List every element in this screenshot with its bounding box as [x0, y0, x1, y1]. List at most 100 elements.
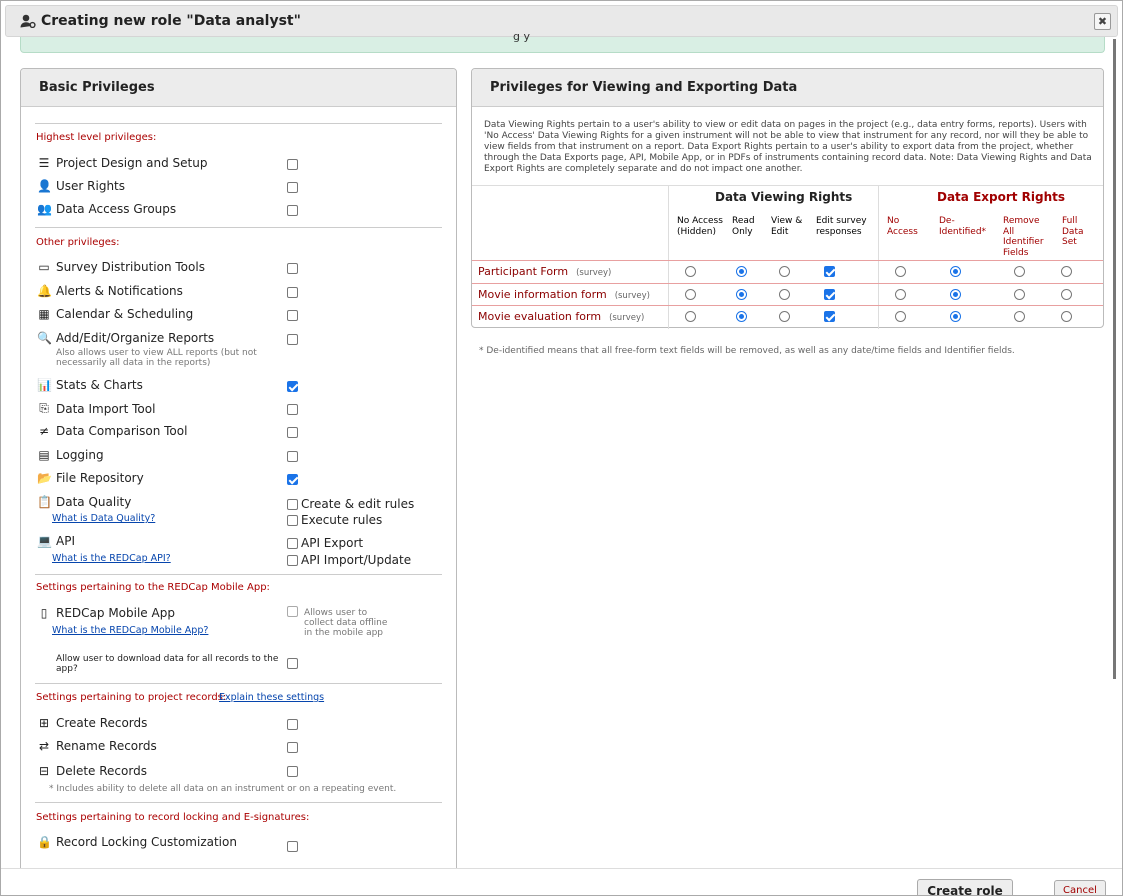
dq-create-checkbox[interactable] — [287, 499, 298, 510]
export-radio[interactable] — [950, 289, 961, 300]
viewing-radio[interactable] — [736, 266, 747, 277]
deidentified-footnote: * De-identified means that all free-form… — [479, 346, 1015, 356]
api-import-checkbox[interactable] — [287, 555, 298, 566]
data-quality-help-link[interactable]: What is Data Quality? — [52, 513, 155, 524]
priv-label: Logging — [56, 448, 104, 462]
export-radio[interactable] — [1014, 311, 1025, 322]
viewing-radio[interactable] — [685, 266, 696, 277]
user-rights-checkbox[interactable] — [287, 182, 298, 193]
status-banner: g y — [20, 30, 1105, 53]
export-radio[interactable] — [950, 266, 961, 277]
basic-privileges-panel: Basic Privileges Highest level privilege… — [20, 68, 457, 895]
api-help-link[interactable]: What is the REDCap API? — [52, 553, 171, 564]
calendar-checkbox[interactable] — [287, 310, 298, 321]
stats-checkbox[interactable] — [287, 381, 298, 392]
export-radio[interactable] — [1014, 289, 1025, 300]
banner-text: g y — [513, 30, 530, 43]
export-radio[interactable] — [895, 289, 906, 300]
priv-label: Rename Records — [56, 739, 157, 753]
receipt-icon: ▤ — [38, 448, 50, 462]
lock-icon: 🔒 — [37, 835, 52, 849]
mobile-app-checkbox[interactable] — [287, 606, 298, 617]
vertical-scrollbar[interactable] — [1113, 39, 1116, 679]
priv-label: API — [56, 534, 75, 548]
priv-user-rights: 👤 User Rights — [37, 179, 125, 193]
export-radio[interactable] — [1061, 289, 1072, 300]
export-radio[interactable] — [895, 311, 906, 322]
basic-privileges-title: Basic Privileges — [21, 69, 456, 107]
api-export-checkbox[interactable] — [287, 538, 298, 549]
col-export-no-access: No Access — [887, 216, 918, 237]
dq-create-label: Create & edit rules — [301, 497, 415, 511]
viewing-radio[interactable] — [685, 289, 696, 300]
export-radio[interactable] — [1014, 266, 1025, 277]
export-radio[interactable] — [950, 311, 961, 322]
priv-locking-custom: 🔒 Record Locking Customization — [37, 835, 237, 849]
viewing-radio[interactable] — [779, 311, 790, 322]
col-view-edit: View & Edit — [771, 216, 803, 237]
exchange-icon: ⇄ — [38, 739, 50, 753]
viewing-radio[interactable] — [736, 289, 747, 300]
tablet-icon: ▯ — [40, 606, 48, 620]
bar-chart-icon: 📊 — [37, 378, 52, 392]
instrument-name: Participant Form (survey) — [478, 265, 611, 278]
viewing-exporting-panel: Privileges for Viewing and Exporting Dat… — [471, 68, 1104, 329]
edit-survey-checkbox[interactable] — [824, 289, 835, 300]
priv-alerts: 🔔 Alerts & Notifications — [37, 284, 183, 298]
dag-checkbox[interactable] — [287, 205, 298, 216]
priv-rename-records: ⇄ Rename Records — [37, 739, 157, 753]
dialog-title: Creating new role "Data analyst" — [20, 13, 301, 29]
priv-label: Data Access Groups — [56, 202, 177, 216]
project-design-checkbox[interactable] — [287, 159, 298, 170]
not-equal-icon: ≠ — [38, 424, 50, 438]
section-records: Settings pertaining to project records: — [36, 692, 227, 703]
viewing-radio[interactable] — [779, 289, 790, 300]
dialog-footer: Create role Cancel — [1, 868, 1122, 895]
priv-data-quality: 📋 Data Quality — [37, 495, 131, 509]
edit-survey-checkbox[interactable] — [824, 266, 835, 277]
export-radio[interactable] — [1061, 311, 1072, 322]
survey-tools-checkbox[interactable] — [287, 263, 298, 274]
survey-tag: (survey) — [609, 313, 645, 323]
close-button[interactable]: ✖ — [1094, 13, 1111, 30]
priv-label: File Repository — [56, 471, 144, 485]
locking-custom-checkbox[interactable] — [287, 841, 298, 852]
logging-checkbox[interactable] — [287, 451, 298, 462]
alerts-checkbox[interactable] — [287, 287, 298, 298]
section-other: Other privileges: — [36, 237, 120, 248]
mobile-app-help-link[interactable]: What is the REDCap Mobile App? — [52, 625, 208, 636]
divider — [35, 123, 442, 124]
reports-checkbox[interactable] — [287, 334, 298, 345]
mobile-app-note: Allows user to collect data offline in t… — [304, 608, 388, 638]
viewing-radio[interactable] — [736, 311, 747, 322]
viewing-radio[interactable] — [685, 311, 696, 322]
file-import-icon: ⎘ — [39, 401, 49, 415]
priv-label: Delete Records — [56, 764, 147, 778]
rights-table: Data Viewing Rights Data Export Rights N… — [472, 185, 1103, 329]
comparison-checkbox[interactable] — [287, 427, 298, 438]
viewing-exporting-title: Privileges for Viewing and Exporting Dat… — [472, 69, 1103, 107]
rename-records-checkbox[interactable] — [287, 742, 298, 753]
import-checkbox[interactable] — [287, 404, 298, 415]
delete-records-checkbox[interactable] — [287, 766, 298, 777]
file-repo-checkbox[interactable] — [287, 474, 298, 485]
cancel-button[interactable]: Cancel — [1054, 880, 1106, 895]
user-icon: 👤 — [37, 179, 52, 193]
viewing-radio[interactable] — [779, 266, 790, 277]
export-radio[interactable] — [895, 266, 906, 277]
mobile-download-checkbox[interactable] — [287, 658, 298, 669]
col-export-full: Full Data Set — [1062, 216, 1084, 247]
priv-label: Add/Edit/Organize Reports — [56, 331, 215, 345]
dq-execute-checkbox[interactable] — [287, 515, 298, 526]
section-highest: Highest level privileges: — [36, 132, 157, 143]
calendar-icon: ▦ — [38, 307, 50, 321]
export-rights-header: Data Export Rights — [937, 190, 1066, 204]
create-records-checkbox[interactable] — [287, 719, 298, 730]
users-icon: 👥 — [37, 202, 52, 216]
export-radio[interactable] — [1061, 266, 1072, 277]
edit-survey-checkbox[interactable] — [824, 311, 835, 322]
create-role-button[interactable]: Create role — [917, 879, 1013, 895]
explain-settings-link[interactable]: Explain these settings — [219, 692, 324, 703]
priv-label: Create Records — [56, 716, 148, 730]
mobile-download-label: Allow user to download data for all reco… — [56, 654, 279, 674]
